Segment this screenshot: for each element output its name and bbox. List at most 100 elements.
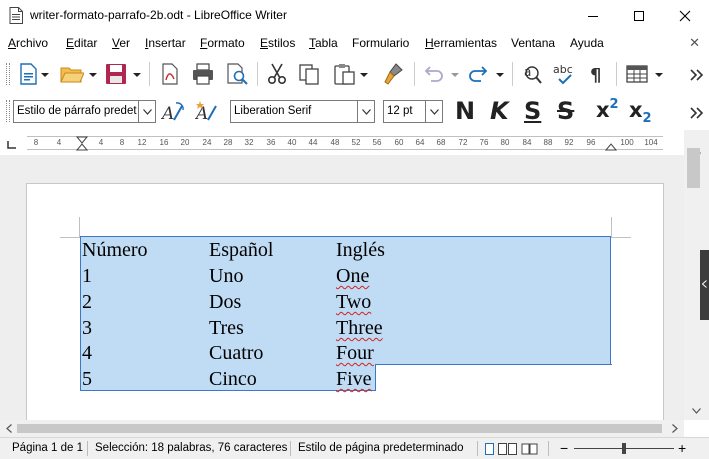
document-page[interactable]: Número Español Inglés 1 Uno One 2 Dos Tw… bbox=[26, 183, 664, 423]
menu-archivo[interactable]: Archivo bbox=[8, 36, 48, 50]
right-indent-marker-icon[interactable] bbox=[605, 136, 617, 151]
font-name-dropdown[interactable] bbox=[357, 101, 374, 122]
print-preview-icon[interactable] bbox=[225, 62, 249, 86]
horizontal-scrollbar[interactable] bbox=[0, 420, 684, 437]
superscript-button[interactable]: x2 bbox=[596, 97, 619, 122]
strikethrough-button[interactable]: S bbox=[557, 97, 574, 125]
insert-table-icon[interactable] bbox=[625, 62, 649, 86]
chevron-down-icon bbox=[142, 108, 152, 115]
menu-ver[interactable]: Ver bbox=[112, 36, 130, 50]
cut-icon[interactable] bbox=[265, 62, 289, 86]
menu-insertar[interactable]: Insertar bbox=[145, 36, 186, 50]
chevron-down-icon[interactable] bbox=[41, 72, 49, 78]
multi-page-view-icon[interactable] bbox=[498, 443, 518, 455]
subscript-button[interactable]: x2 bbox=[629, 98, 652, 126]
document-canvas: Número Español Inglés 1 Uno One 2 Dos Tw… bbox=[0, 155, 684, 423]
bold-button[interactable]: N bbox=[455, 97, 475, 125]
zoom-slider-handle[interactable] bbox=[622, 443, 626, 454]
zoom-out-button[interactable]: − bbox=[560, 440, 568, 456]
font-size-value: 12 pt bbox=[387, 105, 413, 117]
menu-formulario[interactable]: Formulario bbox=[352, 36, 409, 50]
close-icon bbox=[679, 10, 691, 21]
vertical-scroll-thumb[interactable] bbox=[687, 148, 700, 188]
chevron-down-icon[interactable] bbox=[451, 72, 459, 78]
scroll-left-button[interactable] bbox=[2, 422, 16, 435]
chevron-down-icon[interactable] bbox=[496, 72, 504, 78]
scroll-right-button[interactable] bbox=[668, 422, 682, 435]
writer-app-icon bbox=[9, 7, 23, 24]
print-icon[interactable] bbox=[191, 62, 215, 86]
font-name-combo[interactable]: Liberation Serif bbox=[230, 100, 375, 123]
paragraph-style-dropdown[interactable] bbox=[138, 101, 155, 122]
paragraph-style-value: Estilo de párrafo predet bbox=[17, 105, 137, 117]
scroll-down-button[interactable] bbox=[684, 403, 709, 418]
book-view-icon[interactable] bbox=[521, 443, 539, 455]
svg-text:abc: abc bbox=[553, 63, 573, 76]
indent-marker-icon[interactable] bbox=[76, 136, 88, 151]
horizontal-ruler[interactable]: 8 4 4 8 12 16 20 24 28 32 36 40 44 48 52… bbox=[27, 136, 663, 151]
menu-ayuda[interactable]: Ayuda bbox=[570, 36, 604, 50]
chevron-down-icon bbox=[429, 108, 439, 115]
underline-button[interactable]: S bbox=[524, 97, 541, 125]
sidebar-grip[interactable] bbox=[700, 250, 709, 320]
chevron-left-icon bbox=[6, 424, 12, 433]
more-options-icon[interactable] bbox=[685, 100, 709, 124]
menu-estilos[interactable]: Estilos bbox=[260, 36, 295, 50]
minimize-button[interactable] bbox=[570, 0, 616, 31]
find-replace-icon[interactable]: a bbox=[520, 62, 544, 86]
close-window-button[interactable] bbox=[662, 0, 708, 31]
chevron-left-icon bbox=[702, 280, 707, 288]
chevron-down-icon[interactable] bbox=[89, 72, 97, 78]
toolbar-grip[interactable] bbox=[6, 100, 10, 122]
window-title: writer-formato-parrafo-2b.odt - LibreOff… bbox=[30, 8, 287, 22]
standard-toolbar: a abc ¶ bbox=[0, 55, 709, 93]
minimize-icon bbox=[588, 15, 598, 17]
formatting-marks-icon[interactable]: ¶ bbox=[586, 62, 610, 86]
chevron-down-icon[interactable] bbox=[360, 72, 368, 78]
menu-ventana[interactable]: Ventana bbox=[511, 36, 555, 50]
clone-formatting-icon[interactable] bbox=[382, 62, 406, 86]
paste-icon[interactable] bbox=[332, 62, 356, 86]
menu-tabla[interactable]: Tabla bbox=[309, 36, 338, 50]
single-page-view-icon[interactable] bbox=[484, 443, 495, 455]
page-count[interactable]: Página 1 de 1 bbox=[12, 442, 83, 454]
svg-text:A: A bbox=[161, 104, 174, 124]
maximize-icon bbox=[634, 10, 644, 21]
tab-stop-icon[interactable] bbox=[7, 140, 17, 150]
open-folder-icon[interactable] bbox=[60, 62, 84, 86]
save-icon[interactable] bbox=[104, 62, 128, 86]
close-document-button[interactable]: ✕ bbox=[689, 35, 700, 51]
update-style-icon[interactable]: A bbox=[161, 100, 185, 124]
svg-text:¶: ¶ bbox=[590, 65, 601, 86]
menu-herramientas[interactable]: Herramientas bbox=[425, 36, 497, 50]
word-count[interactable]: Selección: 18 palabras, 76 caracteres bbox=[95, 442, 287, 454]
copy-icon[interactable] bbox=[297, 62, 321, 86]
redo-icon[interactable] bbox=[466, 62, 490, 86]
maximize-button[interactable] bbox=[616, 0, 662, 31]
undo-icon[interactable] bbox=[422, 62, 446, 86]
export-pdf-icon[interactable] bbox=[158, 62, 182, 86]
spelling-icon[interactable]: abc bbox=[553, 62, 577, 86]
chevron-down-icon bbox=[692, 407, 701, 414]
menu-editar[interactable]: Editar bbox=[66, 36, 97, 50]
zoom-in-button[interactable]: + bbox=[678, 440, 686, 456]
font-size-dropdown[interactable] bbox=[425, 101, 442, 122]
font-size-combo[interactable]: 12 pt bbox=[383, 100, 443, 123]
italic-button[interactable]: K bbox=[490, 97, 509, 125]
new-document-icon[interactable] bbox=[17, 62, 41, 86]
font-name-value: Liberation Serif bbox=[234, 105, 312, 117]
horizontal-scroll-thumb[interactable] bbox=[17, 424, 662, 433]
title-bar: writer-formato-parrafo-2b.odt - LibreOff… bbox=[0, 0, 709, 31]
menu-bar: Archivo Editar Ver Insertar Formato Esti… bbox=[0, 31, 709, 54]
new-style-icon[interactable]: A bbox=[195, 100, 219, 124]
chevron-down-icon[interactable] bbox=[655, 72, 663, 78]
status-bar: Página 1 de 1 Selección: 18 palabras, 76… bbox=[0, 437, 709, 459]
more-options-icon[interactable] bbox=[685, 62, 709, 86]
chevron-down-icon[interactable] bbox=[133, 72, 141, 78]
paragraph-style-combo[interactable]: Estilo de párrafo predet bbox=[13, 100, 156, 123]
ruler-area: 8 4 4 8 12 16 20 24 28 32 36 40 44 48 52… bbox=[0, 130, 709, 154]
toolbar-grip[interactable] bbox=[6, 63, 10, 85]
page-style[interactable]: Estilo de página predeterminado bbox=[298, 442, 464, 454]
menu-formato[interactable]: Formato bbox=[200, 36, 245, 50]
formatting-toolbar: Estilo de párrafo predet A A Liberation … bbox=[0, 95, 709, 129]
